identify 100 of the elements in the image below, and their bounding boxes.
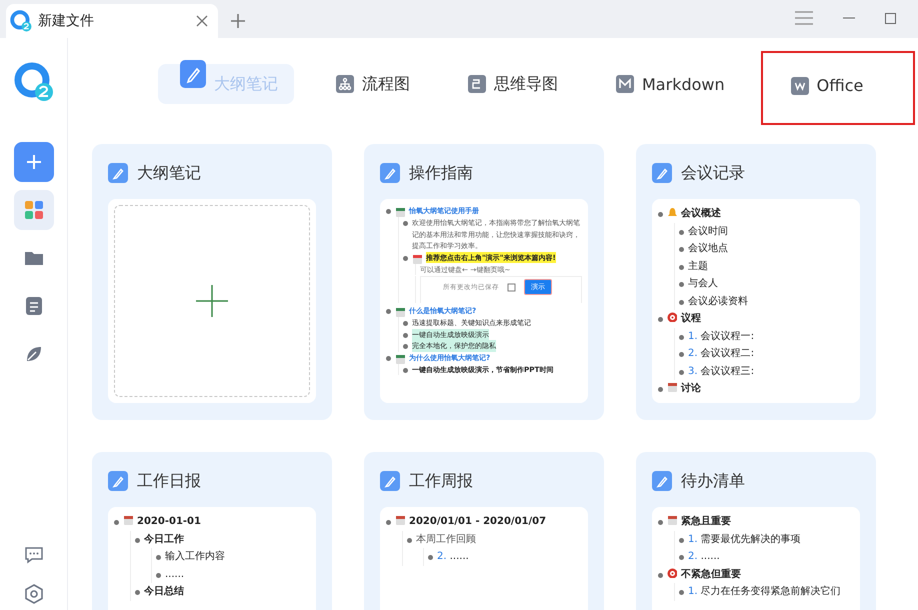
minimize-icon[interactable] bbox=[843, 17, 855, 19]
bullet-icon bbox=[114, 520, 119, 525]
bullet-icon bbox=[156, 572, 161, 578]
emoji-icon bbox=[395, 354, 405, 364]
bullet-icon bbox=[403, 368, 408, 372]
emoji-icon bbox=[412, 254, 422, 264]
emoji-icon bbox=[395, 307, 405, 317]
template-type-tab[interactable]: Markdown bbox=[594, 64, 741, 104]
template-card[interactable]: 待办清单 紧急且重要 1. 需要最优先解决的事项 2. ...... 不紧急但重要 1. 尽力在任务变得紧急前解决它们 bbox=[636, 452, 876, 610]
close-icon[interactable] bbox=[196, 15, 208, 27]
outline-item: 2020-01-01 bbox=[137, 515, 201, 529]
bullet-icon bbox=[679, 352, 684, 357]
mindmap-icon bbox=[468, 75, 486, 93]
template-card[interactable]: 大纲笔记 bbox=[92, 144, 332, 420]
bullet-icon bbox=[428, 555, 433, 560]
template-card[interactable]: 工作日报 2020-01-01 今日工作 输入工作内容 ...... 今日总结 bbox=[92, 452, 332, 610]
outline-item: 会议时间 bbox=[688, 224, 728, 238]
new-button[interactable] bbox=[14, 142, 54, 182]
emoji-icon bbox=[395, 207, 405, 217]
bullet-icon bbox=[135, 538, 140, 542]
outline-item: 议程 bbox=[681, 312, 701, 326]
outline-item: 2020/01/01 - 2020/01/07 bbox=[409, 515, 546, 529]
card-title: 工作日报 bbox=[137, 470, 201, 492]
bullet-icon bbox=[156, 555, 161, 560]
bullet-icon bbox=[658, 520, 663, 525]
bullet-icon bbox=[679, 538, 684, 542]
outline-item: 今日总结 bbox=[144, 584, 184, 599]
plus-icon bbox=[26, 154, 42, 170]
bullet-icon bbox=[679, 264, 684, 270]
plus-icon bbox=[196, 285, 228, 317]
emoji-icon bbox=[395, 515, 405, 525]
pen-icon bbox=[380, 471, 400, 491]
bullet-icon bbox=[403, 256, 408, 260]
bullet-icon bbox=[403, 221, 408, 226]
bullet-icon bbox=[658, 572, 663, 578]
card-title: 会议记录 bbox=[681, 162, 745, 184]
emoji-icon bbox=[667, 382, 677, 392]
bullet-icon bbox=[679, 590, 684, 595]
settings-icon[interactable] bbox=[24, 584, 44, 604]
card-title: 大纲笔记 bbox=[137, 162, 201, 184]
bullet-icon bbox=[135, 590, 140, 595]
template-type-tab[interactable]: Office bbox=[760, 51, 915, 125]
bullet-icon bbox=[386, 309, 391, 314]
template-type-tab[interactable]: 流程图 bbox=[314, 64, 426, 104]
bullet-icon bbox=[403, 332, 408, 338]
outline-item: 1. 尽力在任务变得紧急前解决它们 bbox=[688, 584, 841, 599]
emoji-icon bbox=[667, 515, 677, 525]
bullet-icon bbox=[407, 538, 412, 542]
bullet-icon bbox=[679, 300, 684, 304]
outline-item: 主题 bbox=[688, 260, 708, 274]
bullet-icon bbox=[403, 321, 408, 326]
pen-icon bbox=[652, 163, 672, 183]
bullet-icon bbox=[386, 209, 391, 214]
outline-item: ...... bbox=[165, 568, 184, 582]
card-title: 待办清单 bbox=[681, 470, 745, 492]
window-tab[interactable]: 新建文件 bbox=[6, 4, 218, 38]
outline-item: 1. 会议议程一: bbox=[688, 330, 754, 344]
outline-item: 2. ...... bbox=[437, 550, 469, 564]
document-icon bbox=[507, 282, 516, 292]
chat-icon[interactable] bbox=[24, 546, 44, 564]
outline-item: 会议地点 bbox=[688, 242, 728, 256]
outline-item: 紧急且重要 bbox=[681, 514, 731, 529]
bullet-icon bbox=[679, 282, 684, 287]
sidebar-button[interactable] bbox=[14, 190, 54, 230]
outline-item: 不紧急但重要 bbox=[681, 568, 741, 582]
emoji-icon bbox=[123, 515, 133, 525]
markdown-icon bbox=[616, 75, 634, 93]
bullet-icon bbox=[386, 520, 391, 525]
template-type-tab[interactable]: 思维导图 bbox=[446, 64, 574, 104]
tab-title: 新建文件 bbox=[38, 12, 95, 30]
bullet-icon bbox=[679, 334, 684, 340]
pen-icon bbox=[108, 471, 128, 491]
template-card[interactable]: 会议记录 会议概述 会议时间 会议地点 主题 与会人 会议必读资料 议程 1. 会议议程一: 2. 会议议程二: 3. 会议议程三: 讨论 bbox=[636, 144, 876, 420]
pen-icon bbox=[180, 60, 206, 90]
document-icon bbox=[24, 296, 42, 316]
app-logo-icon bbox=[10, 10, 32, 32]
target-icon bbox=[667, 312, 677, 322]
outline-item: 会议概述 bbox=[681, 206, 721, 221]
pen-icon bbox=[380, 163, 400, 183]
outline-item: 今日工作 bbox=[144, 532, 184, 546]
menu-icon[interactable] bbox=[795, 11, 813, 25]
bullet-icon bbox=[658, 387, 663, 392]
grid-icon bbox=[24, 200, 44, 220]
maximize-icon[interactable] bbox=[885, 12, 896, 24]
card-title: 操作指南 bbox=[409, 162, 473, 184]
pen-icon bbox=[108, 163, 128, 183]
outline-item: 与会人 bbox=[688, 276, 718, 291]
bullet-icon bbox=[679, 230, 684, 234]
outline-item: 3. 会议议程三: bbox=[688, 364, 754, 378]
outline-item: 2. 会议议程二: bbox=[688, 346, 754, 361]
card-title: 工作周报 bbox=[409, 470, 473, 492]
outline-item: 2. ...... bbox=[688, 550, 720, 564]
app-logo-icon bbox=[14, 62, 54, 102]
word-icon bbox=[790, 76, 809, 94]
template-card[interactable] bbox=[364, 144, 604, 420]
target-icon bbox=[667, 568, 677, 578]
bullet-icon bbox=[679, 555, 684, 560]
bullet-icon bbox=[658, 317, 663, 322]
bullet-icon bbox=[403, 344, 408, 349]
template-card[interactable]: 工作周报 2020/01/01 - 2020/01/07 本周工作回顾 2. ...... bbox=[364, 452, 604, 610]
